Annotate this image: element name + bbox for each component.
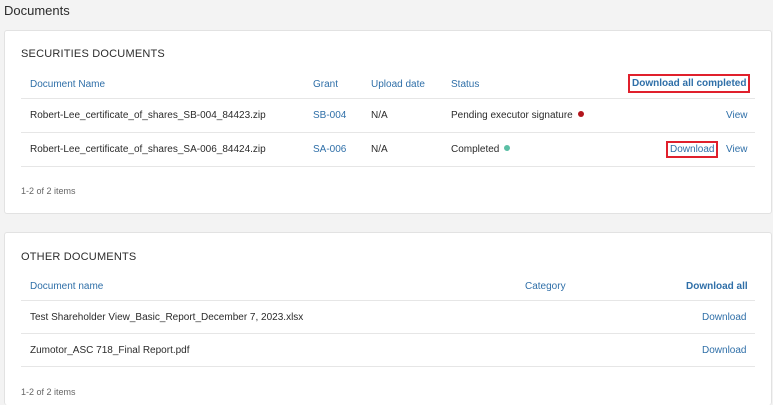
upload-date: N/A [371,110,388,121]
column-document-name[interactable]: Document Name [30,79,105,90]
pagination-count: 1-2 of 2 items [21,186,76,196]
grant-link[interactable]: SB-004 [313,110,346,121]
status-dot-icon [504,145,511,151]
securities-card-title: SECURITIES DOCUMENTS [21,48,165,60]
securities-header-row: Document Name Grant Upload date Status D… [21,71,755,99]
table-row: Test Shareholder View_Basic_Report_Decem… [21,301,755,334]
download-link[interactable]: Download [702,345,746,356]
document-name: Robert-Lee_certificate_of_shares_SA-006_… [30,144,266,155]
upload-date: N/A [371,144,388,155]
download-all-button[interactable]: Download all [686,281,748,292]
page-title: Documents [4,3,70,18]
other-documents-card: OTHER DOCUMENTS Document name Category D… [4,232,772,405]
pagination-count: 1-2 of 2 items [21,387,76,397]
status-dot-icon [577,111,584,117]
column-grant[interactable]: Grant [313,79,338,90]
securities-documents-card: SECURITIES DOCUMENTS Document Name Grant… [4,30,772,214]
table-row: Zumotor_ASC 718_Final Report.pdf Downloa… [21,334,755,367]
column-category[interactable]: Category [525,281,566,292]
status-badge: Pending executor signature [451,110,584,121]
download-button[interactable]: Download [666,141,719,158]
table-row: Robert-Lee_certificate_of_shares_SB-004_… [21,99,755,133]
document-name: Robert-Lee_certificate_of_shares_SB-004_… [30,110,266,121]
table-row: Robert-Lee_certificate_of_shares_SA-006_… [21,133,755,167]
other-card-title: OTHER DOCUMENTS [21,251,137,263]
column-upload-date[interactable]: Upload date [371,79,425,90]
other-header-row: Document name Category Download all [21,273,755,301]
view-link[interactable]: View [726,144,748,155]
document-name: Test Shareholder View_Basic_Report_Decem… [30,312,304,323]
column-document-name[interactable]: Document name [30,281,103,292]
document-name: Zumotor_ASC 718_Final Report.pdf [30,345,190,356]
status-text: Pending executor signature [451,110,573,121]
grant-link[interactable]: SA-006 [313,144,346,155]
view-link[interactable]: View [726,110,748,121]
download-link[interactable]: Download [702,312,746,323]
status-badge: Completed [451,144,511,155]
status-text: Completed [451,144,500,155]
column-status[interactable]: Status [451,79,479,90]
download-all-completed-button[interactable]: Download all completed [628,74,751,93]
